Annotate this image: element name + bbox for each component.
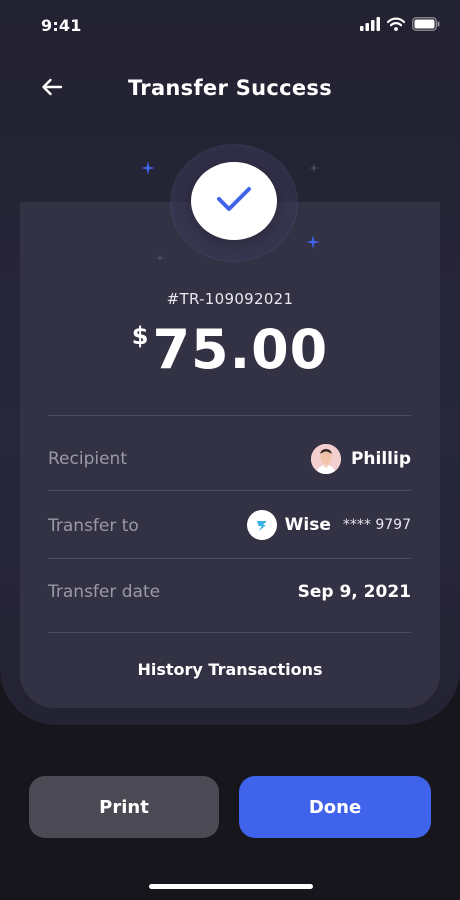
transfer-to-label: Transfer to [48, 516, 139, 536]
print-button[interactable]: Print [29, 776, 219, 838]
history-transactions-link[interactable]: History Transactions [0, 660, 460, 679]
signal-icon [360, 16, 380, 35]
status-time: 9:41 [41, 16, 82, 35]
sparkle-icon [155, 248, 165, 267]
sparkle-icon [309, 158, 319, 177]
divider [48, 415, 411, 416]
wise-logo-icon [246, 510, 277, 540]
currency-symbol: $ [131, 322, 149, 350]
avatar [310, 444, 341, 474]
page-title: Transfer Success [127, 76, 333, 100]
amount-value: 75.00 [152, 318, 329, 381]
transaction-id: #TR-109092021 [166, 290, 294, 308]
divider [48, 490, 411, 491]
status-bar: 9:41 [0, 0, 460, 52]
divider [48, 558, 411, 559]
provider-name: Wise [284, 515, 331, 535]
transfer-date-label: Transfer date [48, 582, 161, 602]
divider [48, 632, 411, 633]
checkmark-icon [216, 185, 252, 217]
battery-icon [412, 16, 440, 35]
done-button[interactable]: Done [239, 776, 431, 838]
header: Transfer Success [0, 64, 460, 116]
wifi-icon [386, 16, 406, 35]
sparkle-icon [141, 160, 155, 179]
recipient-info: Phillip [310, 444, 411, 474]
recipient-name: Phillip [350, 449, 411, 469]
status-icons [360, 16, 440, 35]
masked-account-number: **** 9797 [342, 517, 411, 533]
transfer-amount: $75.00 [0, 318, 460, 381]
transfer-to-row: Transfer to Wise **** 9797 [48, 505, 411, 545]
sparkle-icon [306, 234, 320, 253]
success-badge [191, 162, 277, 240]
home-indicator [149, 884, 313, 889]
transfer-date-value: Sep 9, 2021 [297, 582, 411, 602]
recipient-row: Recipient Phillip [48, 439, 411, 479]
transfer-to-info: Wise **** 9797 [246, 510, 411, 540]
recipient-label: Recipient [48, 449, 127, 469]
transfer-date-row: Transfer date Sep 9, 2021 [48, 572, 411, 612]
